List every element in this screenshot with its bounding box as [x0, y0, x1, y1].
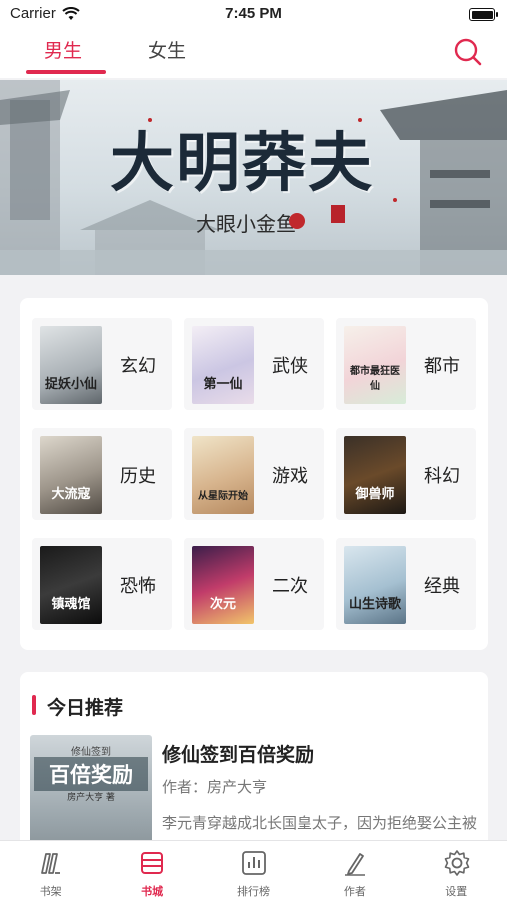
- tab-label: 书城: [141, 885, 164, 898]
- tab-bookstore[interactable]: 书城: [101, 841, 202, 900]
- category-cover: 镇魂馆: [40, 546, 102, 624]
- clock: 7:45 PM: [225, 5, 282, 22]
- gear-icon: [444, 850, 469, 876]
- category-label: 武侠: [272, 356, 308, 377]
- category-label: 历史: [120, 466, 156, 487]
- category-label: 都市: [424, 356, 460, 377]
- category-label: 玄幻: [120, 356, 156, 377]
- recommended-book-author: 作者：房产大亨: [162, 778, 268, 796]
- bookstore-icon: [141, 852, 164, 874]
- cover-title: 次元: [209, 597, 236, 612]
- tab-author[interactable]: 作者: [304, 841, 405, 900]
- search-icon[interactable]: [453, 37, 483, 67]
- category-label: 科幻: [424, 466, 460, 487]
- category-label: 恐怖: [120, 576, 156, 597]
- category-cover: 第一仙: [192, 326, 254, 404]
- category-kehuan[interactable]: 御兽师 科幻: [336, 428, 476, 520]
- category-cover: 次元: [192, 546, 254, 624]
- cover-title: 从星际开始: [198, 491, 248, 502]
- category-youxi[interactable]: 从星际开始 游戏: [184, 428, 324, 520]
- cover-title: 御兽师: [355, 487, 395, 502]
- cover-author: 房产大亨 著: [67, 793, 115, 803]
- cover-title: 山生诗歌: [348, 597, 401, 612]
- category-erci[interactable]: 次元 二次: [184, 538, 324, 630]
- cover-title: 第一仙: [203, 377, 243, 392]
- category-label: 经典: [424, 576, 460, 597]
- battery-icon: [469, 8, 498, 21]
- title-stamp: [331, 205, 345, 223]
- tab-label: 作者: [343, 885, 366, 898]
- category-cover: 都市最狂医仙: [344, 326, 406, 404]
- cover-tag: 修仙签到: [71, 747, 111, 758]
- tab-male[interactable]: 男生: [44, 36, 82, 63]
- category-label: 游戏: [272, 466, 308, 487]
- tab-label: 书架: [39, 885, 62, 898]
- app-screen: Carrier 7:45 PM 男生 女生 大明莽夫 大眼小金鱼 捉妖小仙 玄幻…: [0, 0, 507, 900]
- category-xuanhuan[interactable]: 捉妖小仙 玄幻: [32, 318, 172, 410]
- cover-title: 捉妖小仙: [44, 377, 97, 392]
- category-cover: 御兽师: [344, 436, 406, 514]
- cover-title: 都市最狂医仙: [350, 366, 400, 392]
- cover-title: 镇魂馆: [51, 597, 91, 612]
- pen-icon: [345, 853, 366, 876]
- bookshelf-icon: [41, 853, 60, 874]
- ranking-icon: [241, 851, 266, 875]
- section-accent-bar: [32, 695, 36, 715]
- category-wuxia[interactable]: 第一仙 武侠: [184, 318, 324, 410]
- category-cover: 大流寇: [40, 436, 102, 514]
- banner-author: 大眼小金鱼: [196, 212, 296, 236]
- tab-label: 排行榜: [236, 885, 270, 898]
- cover-title: 百倍奖励: [34, 757, 148, 791]
- category-cover: 山生诗歌: [344, 546, 406, 624]
- tab-label: 设置: [445, 885, 468, 898]
- category-cover: 从星际开始: [192, 436, 254, 514]
- bottom-tab-bar: 书架 书城 排行榜 作者 设置: [0, 840, 507, 900]
- category-kongbu[interactable]: 镇魂馆 恐怖: [32, 538, 172, 630]
- active-tab-indicator: [26, 70, 106, 74]
- tab-female[interactable]: 女生: [148, 36, 186, 63]
- category-jingdian[interactable]: 山生诗歌 经典: [336, 538, 476, 630]
- top-tab-header: 男生 女生: [0, 28, 507, 78]
- category-dushi[interactable]: 都市最狂医仙 都市: [336, 318, 476, 410]
- tab-settings[interactable]: 设置: [406, 841, 507, 900]
- tab-bookshelf[interactable]: 书架: [0, 841, 101, 900]
- category-grid: 捉妖小仙 玄幻 第一仙 武侠 都市最狂医仙 都市 大流寇 历史 从星际开始 游戏…: [20, 298, 488, 650]
- banner-book-title: 大明莽夫: [110, 126, 374, 201]
- cover-title: 大流寇: [51, 487, 91, 502]
- tab-ranking[interactable]: 排行榜: [203, 841, 304, 900]
- category-cover: 捉妖小仙: [40, 326, 102, 404]
- section-title: 今日推荐: [47, 697, 124, 719]
- category-label: 二次: [272, 576, 308, 597]
- status-bar: Carrier 7:45 PM: [0, 0, 507, 28]
- recommended-book-title[interactable]: 修仙签到百倍奖励: [162, 740, 314, 767]
- seal-stamp: [289, 213, 305, 229]
- promo-banner[interactable]: 大明莽夫 大眼小金鱼: [0, 80, 507, 275]
- category-lishi[interactable]: 大流寇 历史: [32, 428, 172, 520]
